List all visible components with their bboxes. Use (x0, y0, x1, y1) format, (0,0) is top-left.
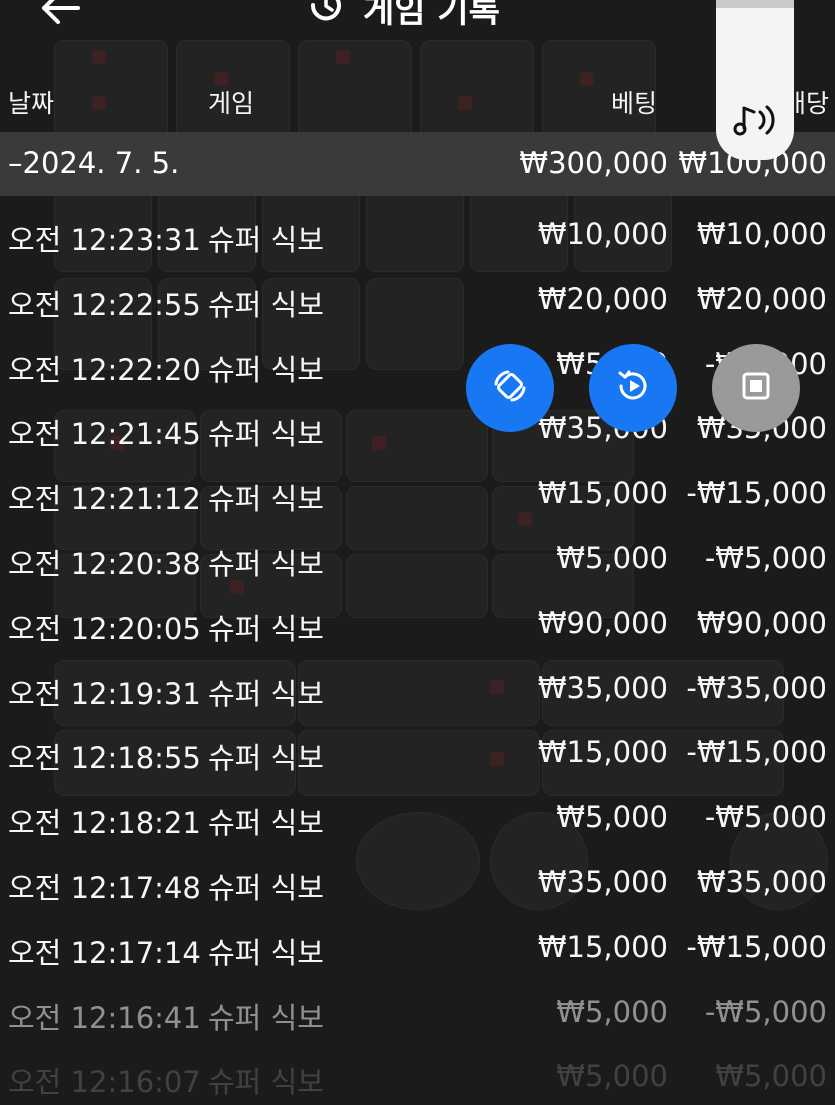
replay-play-icon (613, 366, 653, 410)
row-time: 오전 12:18:55 (8, 741, 201, 776)
row-payout: -₩15,000 (686, 735, 827, 770)
row-time: 오전 12:20:05 (8, 611, 201, 646)
history-list: 오전 12:23:31 슈퍼 식보 ₩10,000 ₩10,000 오전 12:… (0, 203, 835, 1105)
history-row[interactable]: 오전 12:22:55 슈퍼 식보 ₩20,000 ₩20,000 (0, 268, 835, 333)
row-bet: ₩35,000 (537, 670, 668, 705)
date-summary-row[interactable]: –2024. 7. 5. ₩300,000 ₩100,000 (0, 132, 835, 196)
row-payout: -₩5,000 (704, 994, 827, 1029)
summary-bet-total: ₩300,000 (519, 146, 668, 180)
history-row[interactable]: 오전 12:22:20 슈퍼 식보 ₩5,000 -₩5,000 (0, 333, 835, 398)
row-game: 슈퍼 식보 (208, 287, 324, 322)
page-title: 게임 기록 (363, 0, 500, 31)
row-time: 오전 12:17:14 (8, 935, 201, 970)
stop-icon (736, 366, 776, 410)
row-game: 슈퍼 식보 (208, 870, 324, 905)
row-time: 오전 12:16:07 (8, 1065, 201, 1100)
row-bet: ₩5,000 (556, 994, 668, 1029)
table-header: 날짜 게임 베팅 배당 (0, 76, 835, 126)
row-payout: -₩15,000 (686, 929, 827, 964)
row-time: 오전 12:17:48 (8, 870, 201, 905)
row-time: 오전 12:21:45 (8, 417, 201, 452)
column-header-date: 날짜 (8, 89, 55, 118)
row-bet: ₩5,000 (556, 540, 668, 575)
arrow-left-icon[interactable] (36, 0, 86, 28)
row-payout: ₩35,000 (696, 864, 827, 899)
music-note-sound-icon (732, 102, 780, 142)
row-bet: ₩90,000 (537, 605, 668, 640)
row-time: 오전 12:18:21 (8, 806, 201, 841)
music-overlay-tab[interactable] (716, 0, 794, 160)
row-game: 슈퍼 식보 (208, 352, 324, 387)
row-time: 오전 12:19:31 (8, 676, 201, 711)
row-game: 슈퍼 식보 (208, 1065, 324, 1100)
history-row[interactable]: 오전 12:17:14 슈퍼 식보 ₩15,000 -₩15,000 (0, 916, 835, 981)
row-game: 슈퍼 식보 (208, 1000, 324, 1035)
history-icon (305, 0, 347, 30)
row-game: 슈퍼 식보 (208, 223, 324, 257)
summary-date: –2024. 7. 5. (8, 146, 180, 180)
app-header: 게임 기록 (0, 0, 835, 40)
row-time: 오전 12:20:38 (8, 546, 201, 581)
history-row[interactable]: 오전 12:20:05 슈퍼 식보 ₩90,000 ₩90,000 (0, 592, 835, 657)
row-bet: ₩5,000 (556, 1059, 668, 1094)
game-history-screen: 게임 기록 날짜 게임 베팅 배당 –2024. 7. 5. ₩300,000 … (0, 0, 835, 1105)
replay-play-button[interactable] (589, 344, 677, 432)
row-game: 슈퍼 식보 (208, 482, 324, 517)
row-game: 슈퍼 식보 (208, 741, 324, 776)
row-bet: ₩10,000 (537, 217, 668, 251)
history-row[interactable]: 오전 12:16:07 슈퍼 식보 ₩5,000 ₩5,000 (0, 1045, 835, 1105)
history-row[interactable]: 오전 12:16:41 슈퍼 식보 ₩5,000 -₩5,000 (0, 981, 835, 1046)
row-time: 오전 12:22:20 (8, 352, 201, 387)
row-game: 슈퍼 식보 (208, 935, 324, 970)
row-payout: ₩10,000 (696, 217, 827, 251)
row-bet: ₩15,000 (537, 476, 668, 511)
row-time: 오전 12:22:55 (8, 287, 201, 322)
row-game: 슈퍼 식보 (208, 806, 324, 841)
history-row[interactable]: 오전 12:18:21 슈퍼 식보 ₩5,000 -₩5,000 (0, 786, 835, 851)
row-payout: -₩35,000 (686, 670, 827, 705)
row-game: 슈퍼 식보 (208, 676, 324, 711)
row-game: 슈퍼 식보 (208, 611, 324, 646)
rotate-screen-icon (490, 366, 530, 410)
row-bet: ₩15,000 (537, 929, 668, 964)
page-title-group: 게임 기록 (305, 0, 500, 32)
row-time: 오전 12:21:12 (8, 482, 201, 517)
column-header-bet: 베팅 (610, 89, 657, 118)
row-bet: ₩5,000 (556, 800, 668, 835)
row-payout: -₩5,000 (704, 540, 827, 575)
row-time: 오전 12:16:41 (8, 1000, 201, 1035)
row-game: 슈퍼 식보 (208, 546, 324, 581)
row-bet: ₩20,000 (537, 281, 668, 316)
row-payout: ₩90,000 (696, 605, 827, 640)
row-payout: ₩20,000 (696, 281, 827, 316)
stop-button[interactable] (712, 344, 800, 432)
history-row[interactable]: 오전 12:21:45 슈퍼 식보 ₩35,000 ₩35,000 (0, 397, 835, 462)
row-payout: -₩5,000 (704, 800, 827, 835)
column-header-game: 게임 (208, 89, 255, 118)
music-tab-handle (716, 0, 794, 8)
history-row[interactable]: 오전 12:19:31 슈퍼 식보 ₩35,000 -₩35,000 (0, 657, 835, 722)
row-payout: ₩5,000 (715, 1059, 827, 1094)
row-bet: ₩35,000 (537, 864, 668, 899)
row-payout: -₩15,000 (686, 476, 827, 511)
row-bet: ₩15,000 (537, 735, 668, 770)
row-time: 오전 12:23:31 (8, 223, 201, 257)
history-row[interactable]: 오전 12:20:38 슈퍼 식보 ₩5,000 -₩5,000 (0, 527, 835, 592)
row-game: 슈퍼 식보 (208, 417, 324, 452)
history-row[interactable]: 오전 12:18:55 슈퍼 식보 ₩15,000 -₩15,000 (0, 721, 835, 786)
history-row[interactable]: 오전 12:23:31 슈퍼 식보 ₩10,000 ₩10,000 (0, 203, 835, 268)
history-row[interactable]: 오전 12:17:48 슈퍼 식보 ₩35,000 ₩35,000 (0, 851, 835, 916)
history-row[interactable]: 오전 12:21:12 슈퍼 식보 ₩15,000 -₩15,000 (0, 462, 835, 527)
rotate-screen-button[interactable] (466, 344, 554, 432)
